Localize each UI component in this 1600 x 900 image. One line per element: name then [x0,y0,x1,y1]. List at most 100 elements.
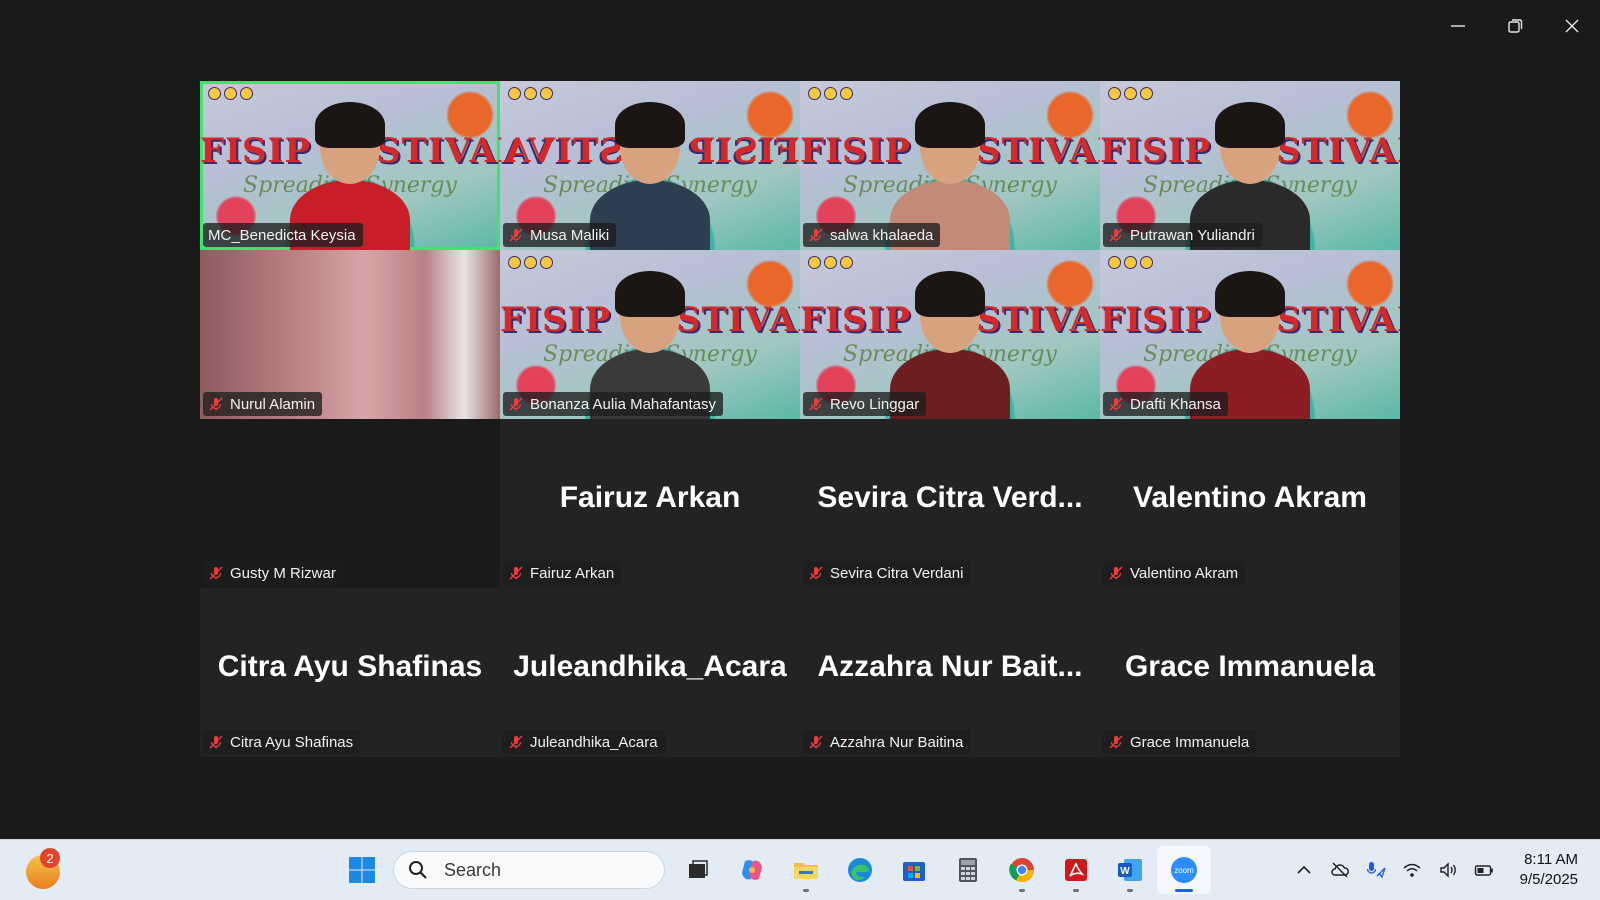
chrome-icon [1009,858,1034,883]
taskbar-app-chrome[interactable] [995,846,1049,894]
participant-name-tag: Putrawan Yuliandri [1103,223,1262,247]
search-icon [409,861,427,879]
taskbar-app-store[interactable] [887,846,941,894]
logo-dot-icon [808,87,821,100]
start-button[interactable] [335,846,389,894]
running-indicator [803,889,809,892]
participant-tile[interactable]: FISIP FESTIVAL 2025Spreading SynergyMusa… [500,81,800,250]
clock-time: 8:11 AM [1524,851,1578,868]
mic-muted-icon [808,565,824,581]
mic-muted-icon [808,396,824,412]
participant-tile[interactable]: Azzahra Nur Bait... Azzahra Nur Baitina [800,588,1100,757]
participant-name: Musa Maliki [530,226,610,244]
svg-text:W: W [1120,866,1130,877]
participant-name: Drafti Khansa [1130,395,1221,413]
taskbar-app-zoom[interactable]: zoom [1157,846,1211,894]
taskbar-search[interactable] [393,851,665,889]
clock-date: 9/5/2025 [1519,871,1578,888]
weather-widget[interactable]: 2 [24,848,64,890]
chevron-up-icon [1297,865,1311,874]
taskbar: 2 Search W zoom 8:11 AM 9/5/2025 [0,839,1600,900]
mic-muted-icon [1108,396,1124,412]
logo-dot-icon [240,87,253,100]
close-icon [1565,19,1578,33]
participant-display-name: Juleandhika_Acara [513,650,787,683]
battery-button[interactable] [1469,855,1499,885]
festival-logo-icons [1108,87,1153,100]
participant-gallery: FISIP FESTIVAL 2025Spreading SynergyMC_B… [200,81,1400,769]
logo-dot-icon [1140,256,1153,269]
restore-button[interactable] [1486,0,1543,52]
microphone-location-button[interactable] [1361,855,1391,885]
logo-dot-icon [840,87,853,100]
participant-name: Revo Linggar [830,395,920,413]
calculator-icon [959,858,977,882]
volume-button[interactable] [1433,855,1463,885]
minimize-button[interactable] [1429,0,1486,52]
windows-start-icon [349,857,375,883]
participant-tile[interactable]: Sevira Citra Verd... Sevira Citra Verdani [800,419,1100,588]
participant-tile[interactable]: FISIP FESTIVAL 2025Spreading SynergyPutr… [1100,81,1400,250]
zoom-label: zoom [1174,866,1194,875]
mic-muted-icon [208,734,224,750]
participant-tile[interactable]: Gusty M Rizwar [200,419,500,588]
search-input[interactable] [442,858,626,882]
cloud-offline-icon [1330,862,1349,878]
wifi-icon [1403,863,1421,877]
window-controls [1429,0,1600,52]
show-hidden-icons-button[interactable] [1289,855,1319,885]
logo-dot-icon [540,87,553,100]
mic-muted-icon [808,734,824,750]
taskbar-app-edge[interactable] [833,846,887,894]
logo-dot-icon [208,87,221,100]
taskbar-app-copilot[interactable] [725,846,779,894]
taskbar-app-calculator[interactable] [941,846,995,894]
mic-muted-icon [508,734,524,750]
minimize-icon [1450,25,1465,27]
participant-tile[interactable]: Fairuz Arkan Fairuz Arkan [500,419,800,588]
mic-location-icon [1366,862,1386,879]
battery-icon [1474,865,1493,876]
taskbar-app-file-explorer[interactable] [779,846,833,894]
onedrive-button[interactable] [1325,855,1355,885]
participant-display-name: Citra Ayu Shafinas [217,650,483,683]
taskbar-app-task-view[interactable] [671,846,725,894]
taskbar-app-acrobat[interactable] [1049,846,1103,894]
clock[interactable]: 8:11 AM 9/5/2025 [1502,850,1600,890]
logo-dot-icon [1124,256,1137,269]
participant-display-name: Grace Immanuela [1124,650,1376,683]
participant-tile[interactable]: FISIP FESTIVAL 2025Spreading SynergyDraf… [1100,250,1400,419]
taskbar-apps: W zoom [335,840,1211,900]
participant-name: MC_Benedicta Keysia [208,226,356,244]
participant-tile[interactable]: Grace Immanuela Grace Immanuela [1100,588,1400,757]
participant-tile[interactable]: FISIP FESTIVAL 2025Spreading Synergysalw… [800,81,1100,250]
participant-tile[interactable]: FISIP FESTIVAL 2025Spreading SynergyBona… [500,250,800,419]
taskbar-app-word[interactable]: W [1103,846,1157,894]
participant-tile[interactable]: FISIP FESTIVAL 2025Spreading SynergyRevo… [800,250,1100,419]
festival-logo-icons [208,87,253,100]
participant-name: Valentino Akram [1130,564,1239,582]
participant-tile[interactable]: Nurul Alamin [200,250,500,419]
participant-display-name: Fairuz Arkan [559,481,741,514]
participant-name-tag: Revo Linggar [803,392,927,416]
participant-tile[interactable]: Citra Ayu Shafinas Citra Ayu Shafinas [200,588,500,757]
store-icon [903,862,925,881]
participant-name-tag: Nurul Alamin [203,392,323,416]
mic-muted-icon [208,565,224,581]
mic-muted-icon [508,565,524,581]
festival-logo-icons [1108,256,1153,269]
logo-dot-icon [524,256,537,269]
participant-tile[interactable]: FISIP FESTIVAL 2025Spreading SynergyMC_B… [200,81,500,250]
participant-display-name: Azzahra Nur Bait... [817,650,1083,683]
participant-name: salwa khalaeda [830,226,934,244]
logo-dot-icon [1140,87,1153,100]
system-tray: 8:11 AM 9/5/2025 [1286,840,1600,900]
participant-tile[interactable]: Valentino Akram Valentino Akram [1100,419,1400,588]
running-indicator [1073,889,1079,892]
wifi-button[interactable] [1397,855,1427,885]
restore-icon [1507,19,1522,33]
close-button[interactable] [1543,0,1600,52]
participant-tile[interactable]: Juleandhika_Acara Juleandhika_Acara [500,588,800,757]
logo-dot-icon [1124,87,1137,100]
participant-display-name: Valentino Akram [1133,481,1367,514]
